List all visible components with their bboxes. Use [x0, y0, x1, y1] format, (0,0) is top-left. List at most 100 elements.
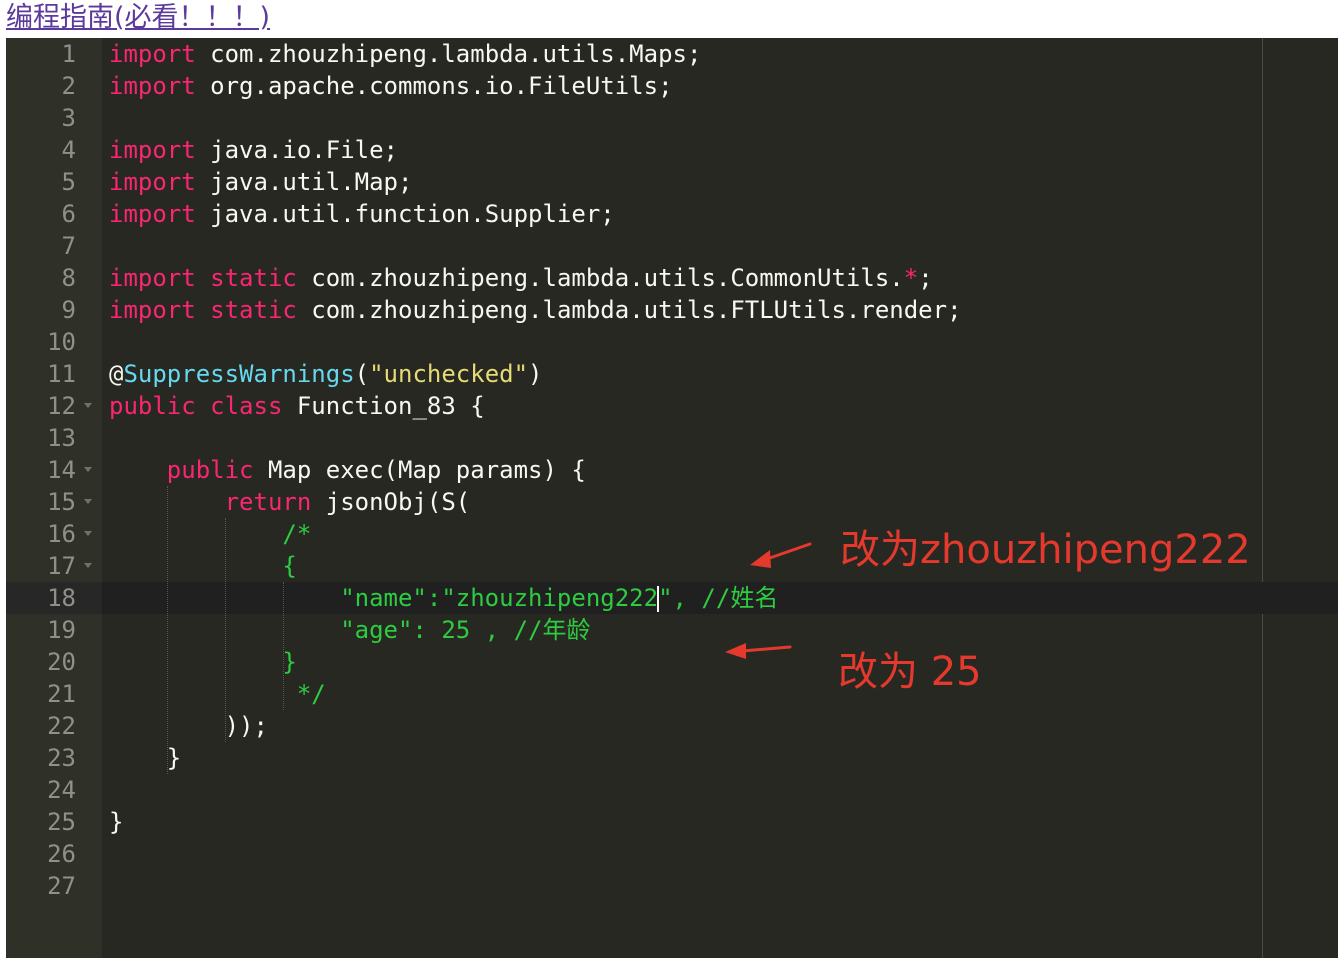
code-token: */: [296, 680, 326, 708]
code-token: java.util.function.Supplier;: [195, 200, 615, 228]
fold-toggle-icon[interactable]: [84, 563, 92, 568]
code-token: "age": 25 , //年龄: [340, 616, 591, 644]
code-text: "name":"zhouzhipeng222", //姓名: [109, 582, 778, 614]
code-token: {: [282, 552, 297, 580]
code-line[interactable]: 5 import java.util.Map;: [6, 166, 1338, 198]
line-number: 26: [47, 840, 76, 868]
code-token: import: [109, 72, 196, 100]
code-token: ", //姓名: [658, 584, 779, 612]
line-number-cell: 11: [6, 358, 102, 390]
code-line[interactable]: 1 import com.zhouzhipeng.lambda.utils.Map…: [6, 38, 1338, 70]
code-token: import: [109, 264, 196, 292]
programming-guide-link[interactable]: 编程指南(必看！！！): [6, 0, 270, 36]
code-token: }: [282, 648, 297, 676]
line-number-cell: 17: [6, 550, 102, 582]
code-line[interactable]: 3: [6, 102, 1338, 134]
code-line[interactable]: 20 }: [6, 646, 1338, 678]
line-number-cell: 23: [6, 742, 102, 774]
code-token: }: [109, 744, 182, 772]
code-token: import: [109, 40, 196, 68]
code-line[interactable]: 2 import org.apache.commons.io.FileUtils;: [6, 70, 1338, 102]
code-line[interactable]: 23 }: [6, 742, 1338, 774]
fold-toggle-icon[interactable]: [84, 499, 92, 504]
code-token: /*: [282, 520, 312, 548]
line-number-cell: 15: [6, 486, 102, 518]
line-number-cell: 5: [6, 166, 102, 198]
code-text: }: [109, 646, 297, 678]
line-number-cell: 6: [6, 198, 102, 230]
code-text: "age": 25 , //年龄: [109, 614, 590, 646]
code-token: jsonObj(S(: [311, 488, 471, 516]
line-number-cell: 12: [6, 390, 102, 422]
line-number: 17: [47, 552, 76, 580]
line-number: 5: [61, 168, 76, 196]
code-line[interactable]: 4 import java.io.File;: [6, 134, 1338, 166]
code-line[interactable]: 10: [6, 326, 1338, 358]
line-number: 6: [61, 200, 76, 228]
code-line[interactable]: 14 public Map exec(Map params) {: [6, 454, 1338, 486]
code-text: */: [109, 678, 326, 710]
line-number: 18: [47, 584, 76, 612]
line-number: 11: [47, 360, 76, 388]
line-number: 14: [47, 456, 76, 484]
line-number: 2: [61, 72, 76, 100]
code-text: /*: [109, 518, 311, 550]
code-line[interactable]: 15 return jsonObj(S(: [6, 486, 1338, 518]
code-token: class: [210, 392, 283, 420]
code-line[interactable]: 12 public class Function_83 {: [6, 390, 1338, 422]
line-number-cell: 22: [6, 710, 102, 742]
line-number-cell: 7: [6, 230, 102, 262]
code-line[interactable]: 25}: [6, 806, 1338, 838]
line-number: 24: [47, 776, 76, 804]
code-line[interactable]: 18 "name":"zhouzhipeng222", //姓名: [6, 582, 1338, 614]
arrow-to-name-icon: [750, 542, 812, 568]
line-number-cell: 2: [6, 70, 102, 102]
code-line[interactable]: 7: [6, 230, 1338, 262]
line-number-cell: 25: [6, 806, 102, 838]
fold-toggle-icon[interactable]: [84, 403, 92, 408]
code-line[interactable]: 27: [6, 870, 1338, 902]
code-text: import java.util.function.Supplier;: [109, 198, 615, 230]
code-line[interactable]: 8 import static com.zhouzhipeng.lambda.ut…: [6, 262, 1338, 294]
line-number-cell: 24: [6, 774, 102, 806]
code-line[interactable]: 6 import java.util.function.Supplier;: [6, 198, 1338, 230]
code-line[interactable]: 24: [6, 774, 1338, 806]
line-number: 22: [47, 712, 76, 740]
code-line[interactable]: 13: [6, 422, 1338, 454]
line-number-cell: 3: [6, 102, 102, 134]
code-token: ;: [918, 264, 933, 292]
code-line[interactable]: 22 ));: [6, 710, 1338, 742]
code-line[interactable]: 26: [6, 838, 1338, 870]
code-text: @SuppressWarnings("unchecked"): [109, 358, 543, 390]
code-text: ));: [109, 710, 268, 742]
code-token: com.zhouzhipeng.lambda.utils.FTLUtils.re…: [296, 296, 962, 324]
arrow-to-age-icon: [725, 643, 792, 659]
line-number: 23: [47, 744, 76, 772]
fold-toggle-icon[interactable]: [84, 467, 92, 472]
code-line[interactable]: 9 import static com.zhouzhipeng.lambda.ut…: [6, 294, 1338, 326]
code-text: }: [109, 806, 123, 838]
code-line[interactable]: 19 "age": 25 , //年龄: [6, 614, 1338, 646]
line-number: 8: [61, 264, 76, 292]
line-number: 20: [47, 648, 76, 676]
line-number: 21: [47, 680, 76, 708]
line-number: 3: [61, 104, 76, 132]
code-line[interactable]: 11 @SuppressWarnings("unchecked"): [6, 358, 1338, 390]
code-token: import: [109, 296, 196, 324]
fold-toggle-icon[interactable]: [84, 531, 92, 536]
annotation-age-change: 改为 25: [838, 649, 982, 695]
code-token: com.zhouzhipeng.lambda.utils.CommonUtils…: [296, 264, 904, 292]
code-line[interactable]: 21 */: [6, 678, 1338, 710]
code-text: public Map exec(Map params) {: [109, 454, 586, 486]
code-text: public class Function_83 {: [109, 390, 485, 422]
line-number: 27: [47, 872, 76, 900]
line-number-cell: 19: [6, 614, 102, 646]
code-token: Function_83 {: [282, 392, 485, 420]
code-token: org.apache.commons.io.FileUtils;: [195, 72, 673, 100]
code-editor[interactable]: 1 import com.zhouzhipeng.lambda.utils.Map…: [6, 38, 1338, 958]
code-token: "unchecked": [369, 360, 529, 388]
code-text: import java.util.Map;: [109, 166, 412, 198]
line-number: 16: [47, 520, 76, 548]
